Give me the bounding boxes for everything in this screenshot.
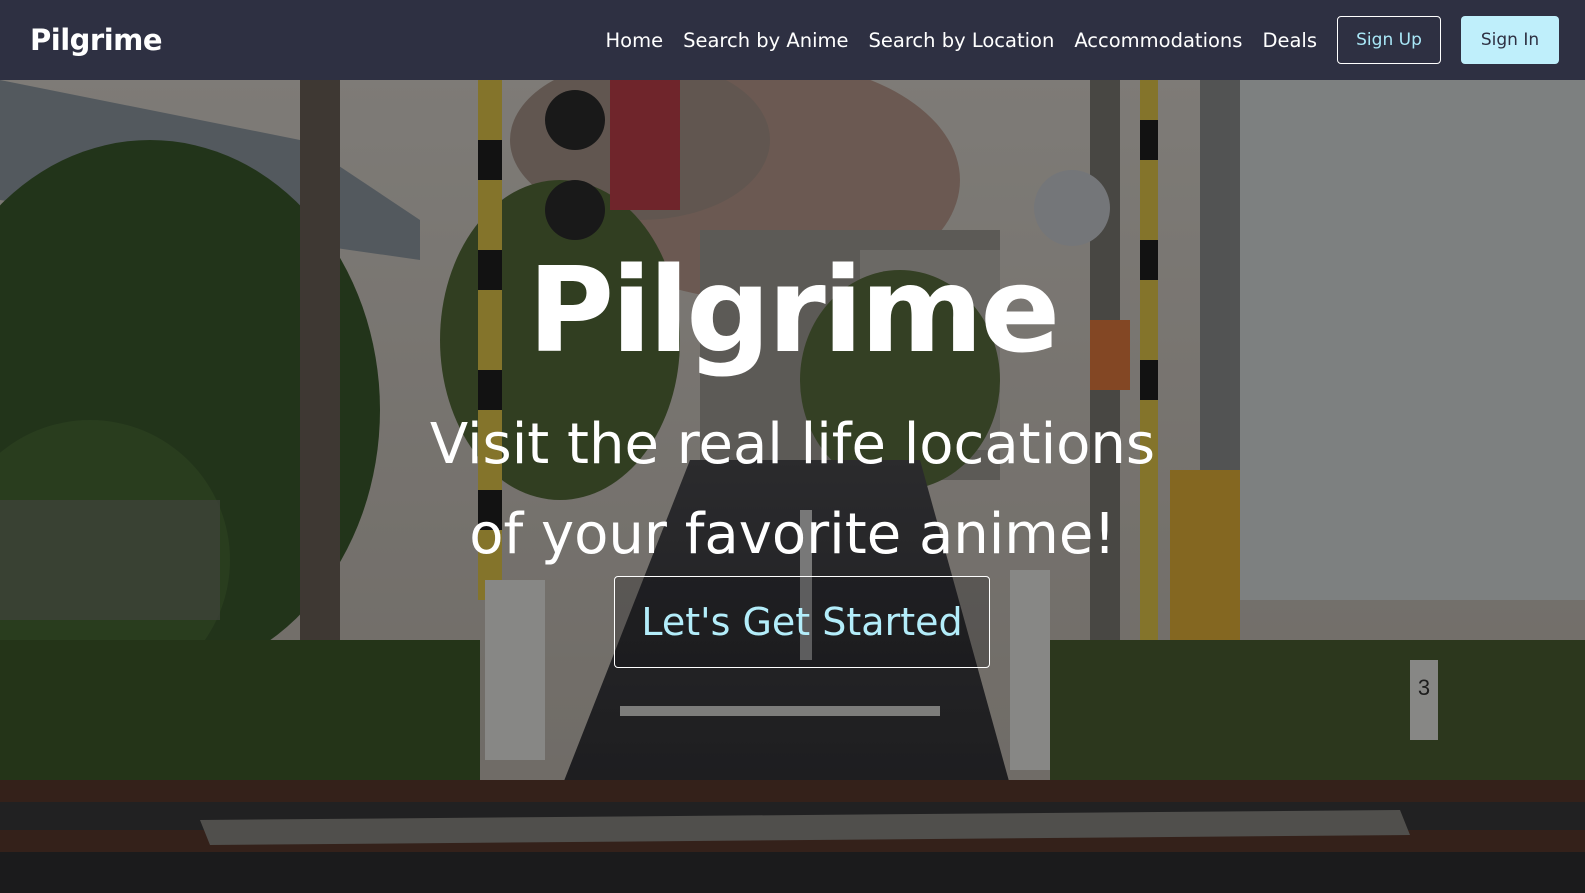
nav-links: Home Search by Anime Search by Location … xyxy=(606,0,1559,80)
nav-link-deals[interactable]: Deals xyxy=(1262,29,1317,52)
nav-link-search-by-location[interactable]: Search by Location xyxy=(869,29,1055,52)
get-started-button[interactable]: Let's Get Started xyxy=(614,576,990,668)
nav-link-accommodations[interactable]: Accommodations xyxy=(1074,29,1242,52)
top-navbar: Pilgrime Home Search by Anime Search by … xyxy=(0,0,1585,80)
hero-tagline-line-2: of your favorite anime! xyxy=(469,502,1116,567)
hero-tagline: Visit the real life locations of your fa… xyxy=(0,400,1585,580)
sign-in-button[interactable]: Sign In xyxy=(1461,16,1559,64)
nav-link-home[interactable]: Home xyxy=(606,29,664,52)
hero-title: Pilgrime xyxy=(527,241,1060,379)
hero-tagline-line-1: Visit the real life locations xyxy=(429,412,1156,477)
hero-content: Pilgrime Visit the real life locations o… xyxy=(0,80,1585,893)
nav-link-search-by-anime[interactable]: Search by Anime xyxy=(683,29,848,52)
sign-up-button[interactable]: Sign Up xyxy=(1337,16,1441,64)
hero-section: 3 Pilgrime Visit the real life locations… xyxy=(0,80,1585,893)
brand-logo[interactable]: Pilgrime xyxy=(30,23,163,57)
